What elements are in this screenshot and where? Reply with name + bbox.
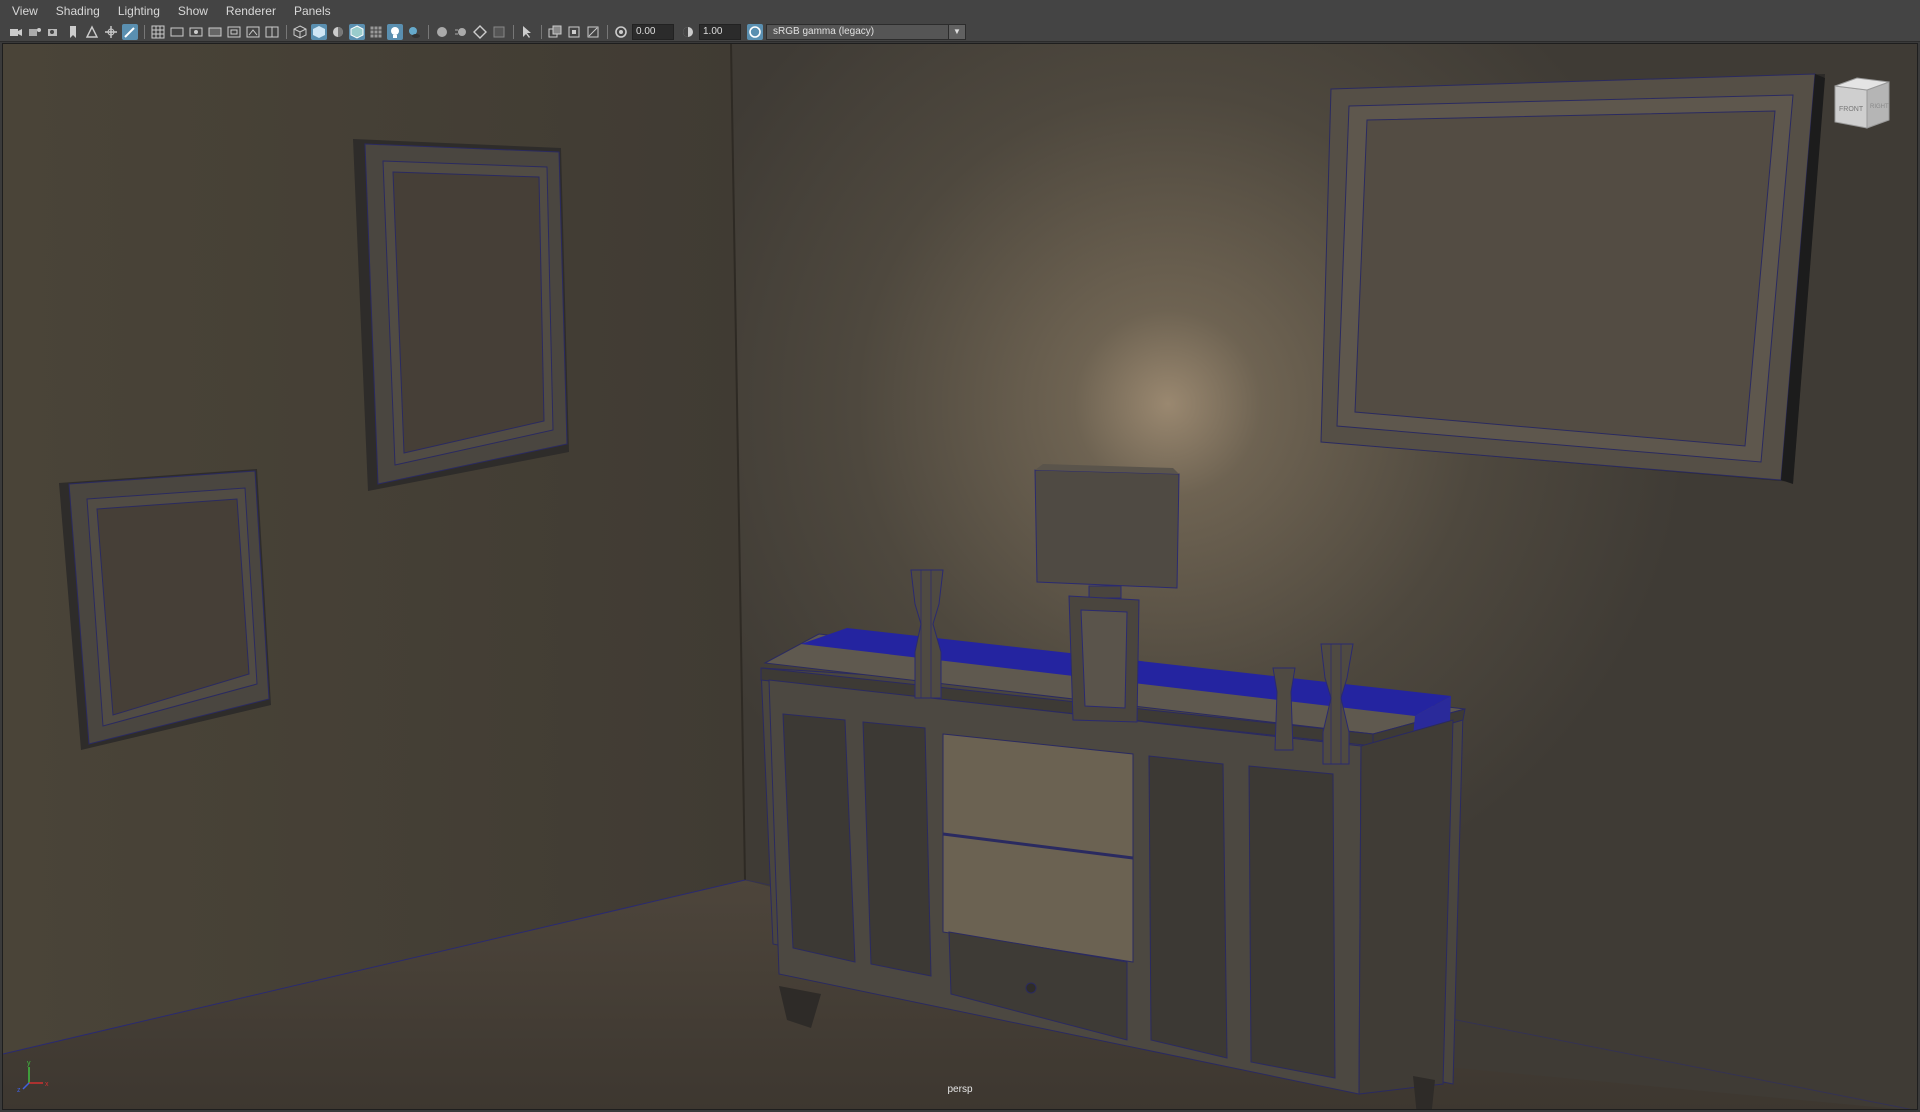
menu-lighting[interactable]: Lighting [112,4,172,18]
3d-viewport[interactable]: FRONT RIGHT y x z persp [2,43,1918,1110]
isolate-icon[interactable] [547,24,563,40]
wireframe-icon[interactable] [292,24,308,40]
gamma-field[interactable] [699,23,741,40]
safe-title-icon[interactable] [264,24,280,40]
scene-render [3,44,1917,1109]
toolbar-separator [144,24,145,39]
color-space-icon[interactable] [747,23,763,40]
smooth-shade-icon[interactable] [311,23,327,40]
panel-menu-bar: View Shading Lighting Show Renderer Pane… [0,0,1920,22]
gamma-icon[interactable] [680,24,696,40]
maya-viewport-panel: View Shading Lighting Show Renderer Pane… [0,0,1920,1112]
toolbar-separator [541,24,542,39]
axis-y-label: y [27,1060,31,1067]
menu-renderer[interactable]: Renderer [220,4,288,18]
grease-pencil-icon[interactable] [122,23,138,40]
shadows-icon[interactable] [406,24,422,40]
menu-show[interactable]: Show [172,4,220,18]
viewcube-front-label: FRONT [1839,106,1864,113]
cabinet-door-4 [1248,765,1336,1079]
default-material-icon[interactable] [330,24,346,40]
cabinet-door-1 [782,713,856,963]
menu-view[interactable]: View [6,4,50,18]
xray-icon[interactable] [566,24,582,40]
camera-name-label: persp [947,1084,973,1095]
select-camera-icon[interactable] [519,24,535,40]
film-gate-icon[interactable] [169,24,185,40]
bookmark-icon[interactable] [65,24,81,40]
chevron-down-icon[interactable]: ▼ [948,24,965,39]
resolution-gate-icon[interactable] [188,24,204,40]
wireframe-on-shaded-icon[interactable] [349,23,365,40]
ambient-occlusion-icon[interactable] [434,24,450,40]
color-space-value: sRGB gamma (legacy) [773,26,875,37]
grid-icon[interactable] [150,24,166,40]
toolbar-separator [607,24,608,39]
2d-pan-zoom-icon[interactable] [103,24,119,40]
safe-action-icon[interactable] [245,24,261,40]
light-icon[interactable] [387,23,403,40]
toolbar-separator [513,24,514,39]
view-cube[interactable]: FRONT RIGHT [1831,72,1893,132]
bookmark-camera-icon[interactable] [46,24,62,40]
open-shelf [942,733,1134,963]
menu-panels[interactable]: Panels [288,4,343,18]
menu-shading[interactable]: Shading [50,4,112,18]
toolbar-separator [286,24,287,39]
color-space-select[interactable]: sRGB gamma (legacy) ▼ [766,23,966,40]
viewcube-right-label: RIGHT [1870,104,1889,110]
anti-aliasing-icon[interactable] [472,24,488,40]
motion-blur-icon[interactable] [453,24,469,40]
picture-frame-large-right [1320,73,1825,484]
depth-of-field-icon[interactable] [491,24,507,40]
picture-frame-upper-left [353,139,569,491]
xray-joints-icon[interactable] [585,24,601,40]
gate-mask-icon[interactable] [207,24,223,40]
vase-small-right [1272,667,1296,751]
image-plane-icon[interactable] [84,24,100,40]
cabinet-door-3 [1148,755,1228,1059]
cabinet-door-2 [862,721,932,977]
exposure-icon[interactable] [613,24,629,40]
textured-icon[interactable] [368,24,384,40]
exposure-field[interactable] [632,23,674,40]
panel-toolbar: sRGB gamma (legacy) ▼ [0,22,1920,42]
camera-icon[interactable] [8,24,24,40]
field-chart-icon[interactable] [226,24,242,40]
toolbar-separator [428,24,429,39]
picture-frame-lower-left [59,469,271,750]
camera-attributes-icon[interactable] [27,24,43,40]
